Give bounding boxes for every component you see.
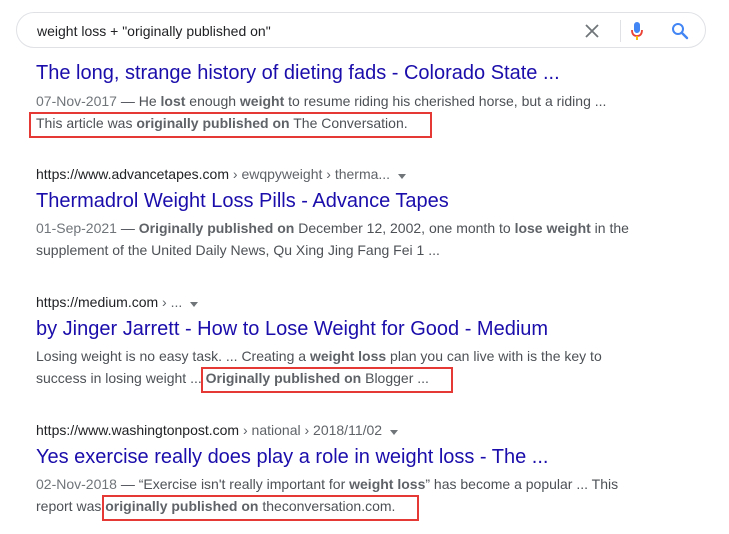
result-snippet: 02-Nov-2018 — “Exercise isn't really imp… [36, 473, 696, 517]
snippet-text: — “Exercise isn't really important for [116, 476, 350, 492]
chevron-down-icon[interactable] [390, 421, 399, 441]
snippet-text: December 12, 2002, one month to [294, 220, 515, 236]
snippet-line: Losing weight is no easy task. ... Creat… [36, 345, 696, 367]
snippet-text: Losing weight is no easy task. ... Creat… [36, 348, 310, 364]
result-title-link[interactable]: The long, strange history of dieting fad… [36, 60, 696, 86]
snippet-line: 01-Sep-2021 — Originally published on De… [36, 217, 696, 239]
result-date: 01-Sep-2021 [36, 220, 117, 236]
snippet-text: theconversation.com. [258, 498, 396, 514]
snippet-text: — He [116, 93, 161, 109]
result-title-link[interactable]: Yes exercise really does play a role in … [36, 444, 696, 470]
snippet-keyword: weight [239, 93, 285, 109]
snippet-keyword: Originally published on [138, 220, 295, 236]
result-url[interactable]: https://www.advancetapes.com › ewqpyweig… [36, 164, 696, 184]
result-title-link[interactable]: by Jinger Jarrett - How to Lose Weight f… [36, 316, 696, 342]
result-snippet: Losing weight is no easy task. ... Creat… [36, 345, 696, 389]
search-button[interactable] [668, 19, 692, 43]
search-result: https://medium.com › ... by Jinger Jarre… [36, 292, 696, 389]
snippet-keyword: weight loss [349, 476, 426, 492]
snippet-text: in the [590, 220, 629, 236]
search-input[interactable] [37, 21, 577, 41]
snippet-text: report was [36, 498, 106, 514]
result-title-link[interactable]: Thermadrol Weight Loss Pills - Advance T… [36, 188, 696, 214]
snippet-line: 07-Nov-2017 — He lost enough weight to r… [36, 90, 696, 112]
snippet-line: report was originally published on theco… [36, 495, 696, 517]
snippet-text: plan you can live with is the key to [386, 348, 602, 364]
search-icon [672, 23, 689, 40]
snippet-keyword: lose weight [514, 220, 591, 236]
chevron-down-icon[interactable] [398, 165, 407, 185]
snippet-text: ” has become a popular ... This [425, 476, 619, 492]
snippet-keyword: Originally published on [205, 370, 362, 386]
chevron-down-icon[interactable] [190, 293, 199, 313]
voice-search-button[interactable] [625, 19, 649, 43]
snippet-text: — [116, 220, 139, 236]
microphone-icon [631, 22, 643, 40]
snippet-keyword: originally published on [136, 115, 290, 131]
snippet-line: 02-Nov-2018 — “Exercise isn't really imp… [36, 473, 696, 495]
snippet-line: This article was originally published on… [36, 112, 696, 134]
snippet-text: success in losing weight ... [36, 370, 206, 386]
snippet-keyword: lost [160, 93, 186, 109]
snippet-keyword: weight loss [309, 348, 387, 364]
result-snippet: 01-Sep-2021 — Originally published on De… [36, 217, 696, 261]
snippet-text: enough [185, 93, 240, 109]
snippet-text: supplement of the United Daily News, Qu … [36, 242, 440, 258]
close-icon [585, 24, 599, 38]
snippet-text: This article was [36, 115, 137, 131]
search-divider [620, 20, 621, 42]
result-date: 02-Nov-2018 [36, 476, 117, 492]
search-result: https://www.advancetapes.com › ewqpyweig… [36, 164, 696, 261]
snippet-line: success in losing weight ... Originally … [36, 367, 696, 389]
snippet-keyword: originally published on [105, 498, 259, 514]
result-url[interactable]: https://www.washingtonpost.com › nationa… [36, 420, 696, 440]
search-bar [16, 12, 706, 48]
snippet-text: The Conversation. [289, 115, 408, 131]
search-result: https://www.washingtonpost.com › nationa… [36, 420, 696, 517]
result-url[interactable]: https://medium.com › ... [36, 292, 696, 312]
result-date: 07-Nov-2017 [36, 93, 117, 109]
snippet-text: to resume riding his cherished horse, bu… [284, 93, 607, 109]
search-result: The long, strange history of dieting fad… [36, 60, 696, 134]
snippet-line: supplement of the United Daily News, Qu … [36, 239, 696, 261]
clear-search-button[interactable] [580, 19, 604, 43]
snippet-text: Blogger ... [361, 370, 429, 386]
result-snippet: 07-Nov-2017 — He lost enough weight to r… [36, 90, 696, 134]
